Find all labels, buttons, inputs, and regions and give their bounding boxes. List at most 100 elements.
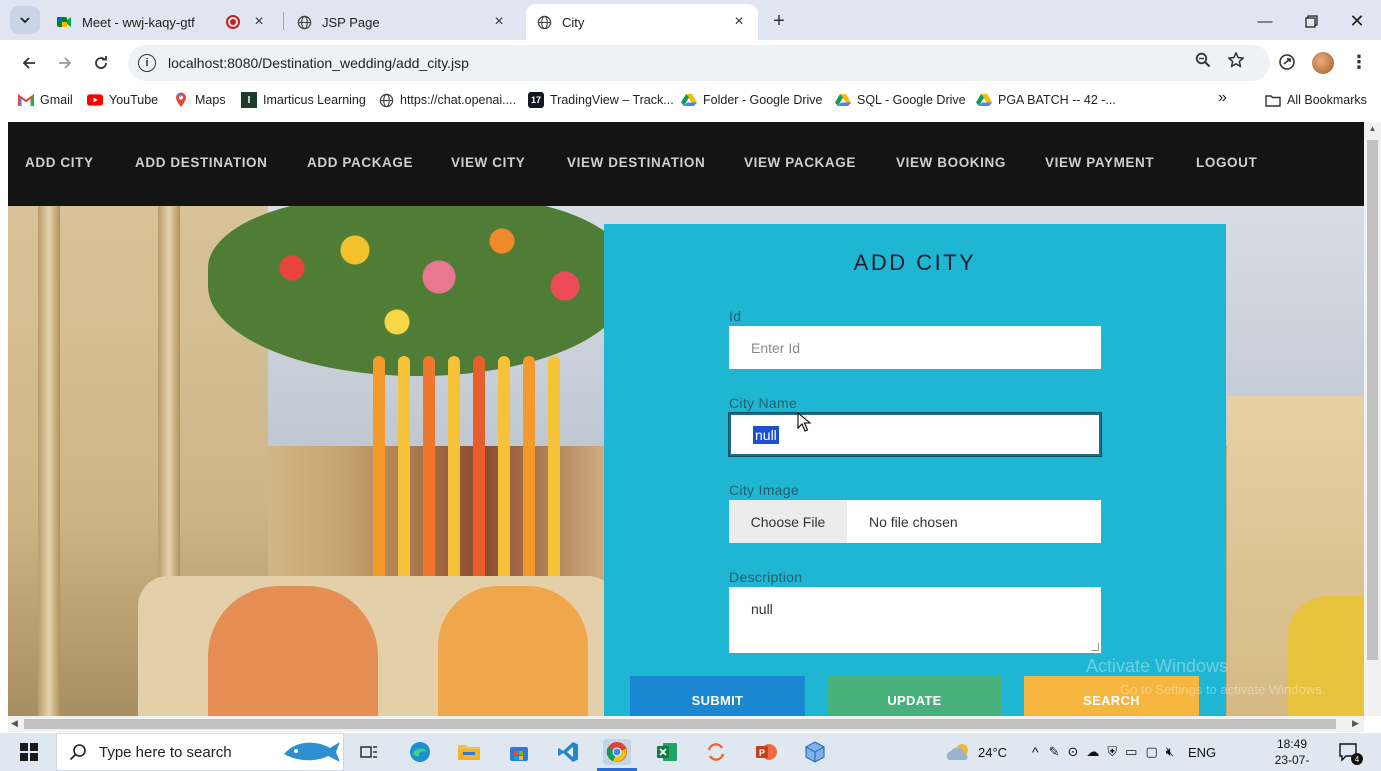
meet-tray-icon[interactable]: ⊙ [1067, 744, 1078, 760]
page-viewport: ADD CITY ADD DESTINATION ADD PACKAGE VIE… [8, 122, 1364, 716]
scrollbar-thumb[interactable] [1367, 140, 1378, 660]
submit-button[interactable]: SUBMIT [630, 676, 805, 716]
window-close-icon[interactable]: ✕ [1344, 8, 1370, 34]
show-hidden-icons-chevron-icon[interactable]: ^ [1032, 744, 1039, 760]
id-input[interactable] [729, 326, 1101, 369]
tab-meet[interactable]: Meet - wwj-kaqy-gtf × [46, 4, 278, 40]
bookmark-label: YouTube [109, 93, 159, 107]
nav-view-payment[interactable]: VIEW PAYMENT [1045, 155, 1154, 170]
tab-title: JSP Page [322, 14, 380, 30]
nav-add-package[interactable]: ADD PACKAGE [307, 155, 413, 170]
url-text: localhost:8080/Destination_wedding/add_c… [168, 55, 469, 71]
nav-view-package[interactable]: VIEW PACKAGE [744, 155, 856, 170]
windows-start-icon[interactable] [20, 743, 38, 761]
id-label: Id [729, 308, 742, 324]
bookmark-drive-pga[interactable]: PGA BATCH -- 42 -... [976, 92, 1116, 108]
nav-view-city[interactable]: VIEW CITY [451, 155, 525, 170]
notification-center-icon[interactable]: 4 [1338, 733, 1363, 771]
system-tray: ^ ✎ ⊙ ☁ ⛨ ▭ ▢ 🔇︎ ENG [1032, 733, 1216, 771]
address-bar[interactable]: i localhost:8080/Destination_wedding/add… [128, 45, 1270, 81]
network-icon[interactable]: ▭ [1125, 744, 1137, 760]
nav-view-destination[interactable]: VIEW DESTINATION [567, 155, 705, 170]
taskbar-search-box[interactable]: Type here to search [56, 733, 344, 771]
clock-time: 18:49 [1276, 737, 1308, 751]
chrome-icon[interactable] [603, 739, 631, 765]
google-drive-icon [835, 92, 851, 108]
weather-widget[interactable]: 24°C [944, 733, 1007, 771]
bookmark-youtube[interactable]: YouTube [87, 92, 158, 108]
scroll-left-icon[interactable]: ◀ [11, 718, 18, 729]
bookmark-gmail[interactable]: Gmail [18, 92, 73, 108]
resize-handle[interactable] [1091, 643, 1099, 651]
bookmark-star-icon[interactable] [1225, 49, 1247, 71]
bookmark-drive-folder[interactable]: Folder - Google Drive [681, 92, 823, 108]
choose-file-button[interactable]: Choose File [729, 500, 847, 543]
bookmark-openai[interactable]: https://chat.openai.... [378, 92, 516, 108]
update-button[interactable]: UPDATE [827, 676, 1002, 716]
svg-text:P: P [759, 748, 765, 758]
onedrive-icon[interactable]: ☁ [1086, 744, 1099, 760]
close-icon[interactable]: × [250, 13, 268, 31]
profile-avatar[interactable] [1312, 52, 1334, 74]
city-name-value: null [753, 425, 779, 444]
tab-search-button[interactable] [10, 6, 40, 34]
description-textarea[interactable]: null [729, 587, 1101, 653]
pen-icon[interactable]: ✎ [1049, 744, 1060, 760]
file-explorer-icon[interactable] [455, 739, 483, 765]
forward-icon[interactable] [51, 49, 79, 77]
new-tab-button[interactable]: + [766, 8, 792, 34]
notification-badge: 4 [1351, 753, 1363, 765]
restore-icon[interactable] [1298, 8, 1324, 34]
nav-logout[interactable]: LOGOUT [1196, 155, 1257, 170]
city-name-input[interactable]: null [729, 413, 1101, 456]
nav-add-city[interactable]: ADD CITY [25, 155, 94, 170]
language-indicator[interactable]: ENG [1188, 745, 1216, 760]
city-image-label: City Image [729, 482, 799, 498]
zoom-icon[interactable] [1192, 49, 1214, 71]
close-icon[interactable]: × [490, 13, 508, 31]
security-icon[interactable]: ⛨ [1107, 744, 1117, 760]
virtualbox-icon[interactable] [801, 739, 829, 765]
vscode-icon[interactable] [554, 739, 582, 765]
nav-view-booking[interactable]: VIEW BOOKING [896, 155, 1006, 170]
task-view-icon[interactable] [355, 739, 383, 765]
microsoft-store-icon[interactable] [505, 739, 533, 765]
recording-icon [226, 15, 240, 29]
menu-kebab-icon[interactable]: ⋮ [1347, 50, 1371, 74]
excel-icon[interactable] [653, 739, 681, 765]
bookmark-label: Imarticus Learning [263, 93, 366, 107]
extension-icon[interactable] [1275, 50, 1299, 74]
bookmark-drive-sql[interactable]: SQL - Google Drive [835, 92, 966, 108]
volume-muted-icon[interactable]: 🔇︎ [1166, 744, 1174, 760]
sync-app-icon[interactable] [702, 739, 730, 765]
taskbar-clock[interactable]: 18:49 23-07-2024 [1262, 736, 1322, 771]
file-status: No file chosen [869, 513, 958, 530]
tradingview-icon: 17 [528, 92, 544, 108]
back-icon[interactable] [15, 49, 43, 77]
minimize-icon[interactable]: — [1252, 8, 1278, 34]
google-drive-icon [681, 92, 697, 108]
city-name-label: City Name [729, 395, 798, 411]
more-bookmarks-button[interactable]: » [1218, 89, 1227, 107]
bookmark-imarticus[interactable]: I Imarticus Learning [241, 92, 366, 108]
vertical-scrollbar[interactable]: ▲ [1364, 122, 1381, 716]
horizontal-scrollbar[interactable]: ◀ ▶ [8, 716, 1364, 732]
scroll-up-icon[interactable]: ▲ [1367, 124, 1378, 136]
bookmark-tradingview[interactable]: 17 TradingView – Track... [528, 92, 674, 108]
close-icon[interactable]: × [730, 13, 748, 31]
maps-icon [173, 92, 189, 108]
nav-add-destination[interactable]: ADD DESTINATION [135, 155, 268, 170]
tab-jsp-page[interactable]: JSP Page × [286, 4, 518, 40]
powerpoint-icon[interactable]: P [752, 739, 780, 765]
site-info-icon[interactable]: i [138, 54, 156, 72]
browser-toolbar: i localhost:8080/Destination_wedding/add… [0, 40, 1381, 86]
all-bookmarks-button[interactable]: All Bookmarks [1265, 92, 1367, 108]
scrollbar-thumb[interactable] [24, 719, 1336, 729]
city-image-file-input[interactable]: Choose File No file chosen [729, 500, 1101, 543]
scroll-right-icon[interactable]: ▶ [1352, 718, 1359, 729]
edge-icon[interactable] [406, 739, 434, 765]
display-icon[interactable]: ▢ [1145, 744, 1157, 760]
reload-icon[interactable] [87, 49, 115, 77]
bookmark-maps[interactable]: Maps [173, 92, 226, 108]
tab-city[interactable]: City × [526, 4, 758, 40]
